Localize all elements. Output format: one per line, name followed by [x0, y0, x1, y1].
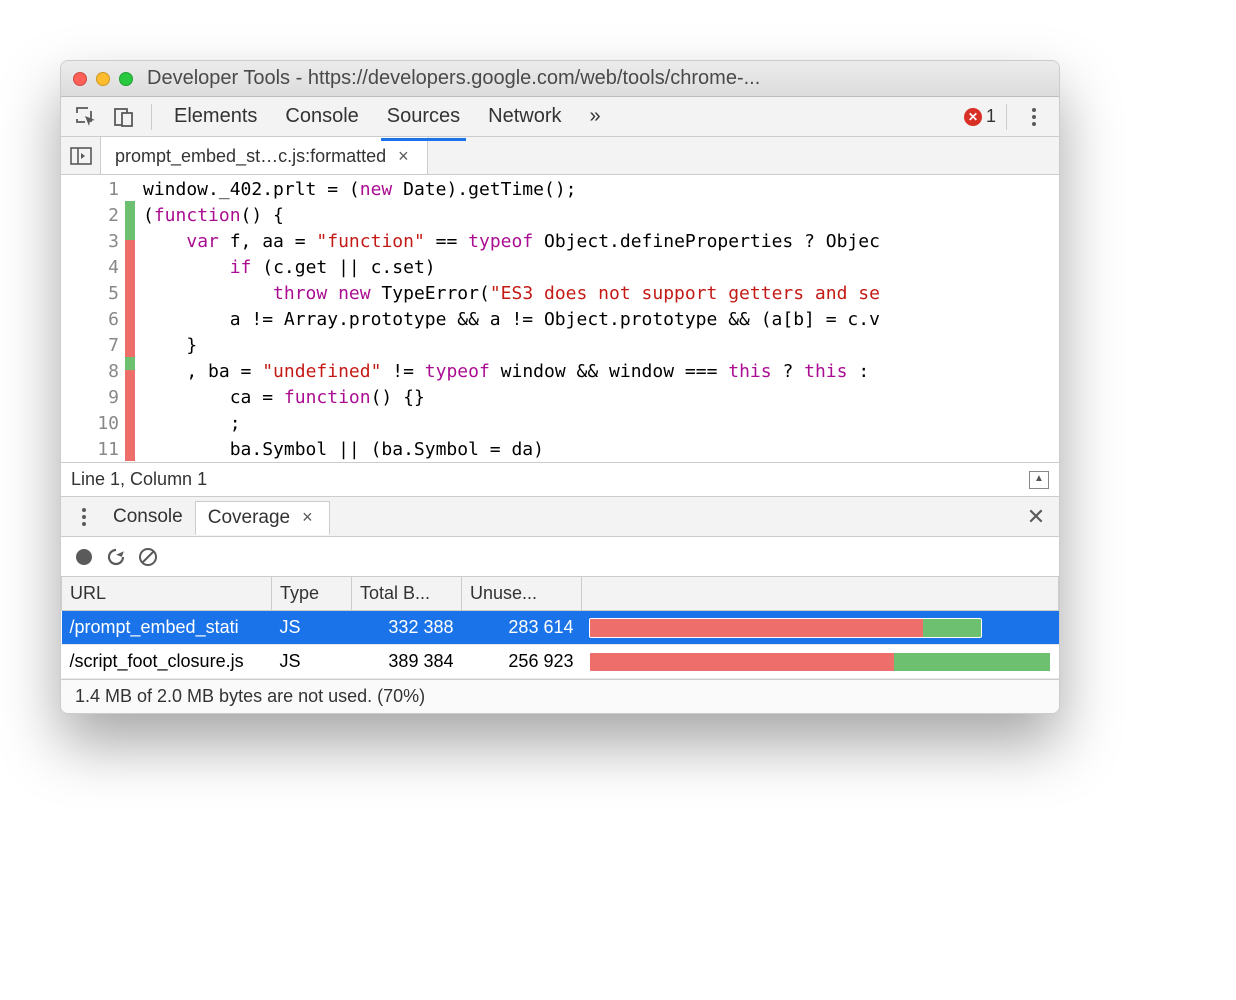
drawer-tab-label: Coverage: [208, 507, 290, 529]
tab-elements[interactable]: Elements: [162, 99, 269, 134]
reload-icon[interactable]: [105, 546, 127, 568]
coverage-row[interactable]: /script_foot_closure.jsJS389 384256 923: [62, 645, 1059, 679]
coverage-gutter: [125, 175, 135, 462]
maximize-window-button[interactable]: [119, 72, 133, 86]
cell-url: /prompt_embed_stati: [62, 611, 272, 645]
file-tab-active[interactable]: prompt_embed_st…c.js:formatted ×: [101, 137, 428, 174]
devtools-window: Developer Tools - https://developers.goo…: [60, 60, 1060, 714]
navigator-toggle-icon[interactable]: [61, 137, 101, 174]
source-editor[interactable]: 1234567891011 window._402.prlt = (new Da…: [61, 175, 1059, 462]
cursor-position: Line 1, Column 1: [71, 469, 207, 490]
cell-total: 389 384: [352, 645, 462, 679]
editor-status-bar: Line 1, Column 1: [61, 462, 1059, 496]
cell-type: JS: [272, 645, 352, 679]
coverage-table: URL Type Total B... Unuse... /prompt_emb…: [61, 576, 1059, 679]
cell-unused: 256 923: [462, 645, 582, 679]
col-unused[interactable]: Unuse...: [462, 577, 582, 611]
record-icon[interactable]: [73, 546, 95, 568]
coverage-header-row: URL Type Total B... Unuse...: [62, 577, 1059, 611]
clear-icon[interactable]: [137, 546, 159, 568]
collapse-drawer-icon[interactable]: [1029, 471, 1049, 489]
coverage-toolbar: [61, 536, 1059, 576]
drawer-tabs: Console Coverage × ✕: [61, 496, 1059, 536]
close-drawer-icon[interactable]: ✕: [1019, 500, 1053, 534]
inspect-element-icon[interactable]: [69, 100, 103, 134]
cell-bar: [582, 611, 1059, 645]
line-number-gutter: 1234567891011: [61, 175, 125, 462]
col-bar[interactable]: [582, 577, 1059, 611]
window-controls: [73, 72, 133, 86]
tab-sources[interactable]: Sources: [375, 99, 472, 134]
main-toolbar: Elements Console Sources Network » ✕ 1: [61, 97, 1059, 137]
window-title: Developer Tools - https://developers.goo…: [147, 67, 1047, 90]
code-content[interactable]: window._402.prlt = (new Date).getTime();…: [135, 175, 1059, 462]
col-total[interactable]: Total B...: [352, 577, 462, 611]
col-type[interactable]: Type: [272, 577, 352, 611]
cell-url: /script_foot_closure.js: [62, 645, 272, 679]
summary-text: 1.4 MB of 2.0 MB bytes are not used. (70…: [75, 686, 425, 707]
tab-console[interactable]: Console: [273, 99, 370, 134]
titlebar: Developer Tools - https://developers.goo…: [61, 61, 1059, 97]
device-toolbar-icon[interactable]: [107, 100, 141, 134]
file-tab-label: prompt_embed_st…c.js:formatted: [115, 146, 386, 167]
col-url[interactable]: URL: [62, 577, 272, 611]
error-indicator[interactable]: ✕ 1: [964, 106, 996, 127]
tab-network[interactable]: Network: [476, 99, 573, 134]
file-tabs: prompt_embed_st…c.js:formatted ×: [61, 137, 1059, 175]
coverage-summary: 1.4 MB of 2.0 MB bytes are not used. (70…: [61, 679, 1059, 713]
error-icon: ✕: [964, 108, 982, 126]
cell-bar: [582, 645, 1059, 679]
minimize-window-button[interactable]: [96, 72, 110, 86]
kebab-menu-icon[interactable]: [1017, 100, 1051, 134]
error-count: 1: [986, 106, 996, 127]
cell-type: JS: [272, 611, 352, 645]
drawer-tab-console[interactable]: Console: [101, 501, 195, 533]
coverage-row[interactable]: /prompt_embed_statiJS332 388283 614: [62, 611, 1059, 645]
cell-unused: 283 614: [462, 611, 582, 645]
close-window-button[interactable]: [73, 72, 87, 86]
tab-more[interactable]: »: [578, 99, 613, 134]
close-drawer-tab-icon[interactable]: ×: [298, 507, 317, 528]
drawer-tab-coverage[interactable]: Coverage ×: [195, 501, 330, 535]
drawer-menu-icon[interactable]: [67, 500, 101, 534]
close-tab-icon[interactable]: ×: [394, 146, 413, 167]
cell-total: 332 388: [352, 611, 462, 645]
